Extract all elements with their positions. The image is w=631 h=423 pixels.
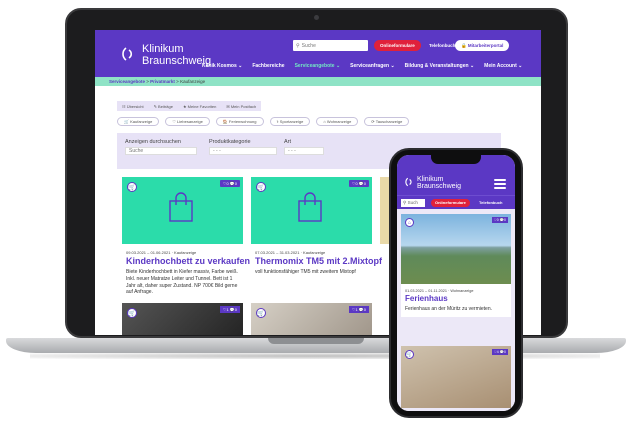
breadcrumb-privatmarkt[interactable]: Privatmarkt <box>150 79 175 84</box>
laptop-notch <box>268 338 364 344</box>
card-badge: ♡0 💬0 <box>348 180 369 187</box>
search-input[interactable]: ⚲ Suche <box>293 40 368 51</box>
onlineformulare-button[interactable]: Onlineformulare <box>374 40 421 51</box>
search-label: Anzeigen durchsuchen <box>125 139 181 145</box>
type-label: Art <box>284 139 292 145</box>
listing-card[interactable]: 🛒 ♡1 💬0 <box>251 303 372 335</box>
tab-uebersicht[interactable]: ☷ Übersicht <box>117 104 149 109</box>
card-meta: 09.03.2021 – 01.06.2021 · Kaufanzeige <box>126 250 197 255</box>
lock-icon: 🔒 <box>461 43 467 48</box>
logo-line2: Braunschweig <box>417 183 461 190</box>
card-title[interactable]: Kinderhochbett zu verkaufen <box>126 256 250 266</box>
search-placeholder: Suche <box>301 42 316 49</box>
telefonbuch-link[interactable]: Telefonbuch <box>429 40 455 51</box>
mockup-stage: Klinikum Braunschweig ⚲ Suche Onlineform… <box>0 0 631 423</box>
nav-item-bildung[interactable]: Bildung & Veranstaltungen ⌄ <box>405 63 474 69</box>
site-header: Klinikum Braunschweig ⚲ Suche Onlineform… <box>95 30 541 77</box>
mitarbeiter-label: Mitarbeiterportal <box>467 43 504 48</box>
card-title[interactable]: Thermomix TM5 mit 2.Mixtopf <box>255 256 382 266</box>
filter-search-input[interactable]: Suche <box>125 147 197 155</box>
listing-card[interactable]: 🛒 ♡1 💬0 <box>122 303 243 335</box>
card-image: 🛒 ♡0 💬0 <box>122 177 243 244</box>
card-badge: ♡0 💬0 <box>491 217 508 223</box>
mobile-logo[interactable]: Klinikum Braunschweig <box>417 176 461 190</box>
cart-icon: 🛒 <box>256 182 266 192</box>
logo-line1: Klinikum <box>142 43 184 55</box>
phone-notch <box>431 155 481 164</box>
listing-card[interactable]: 🛒 ♡0 💬0 09.03.2021 – 01.06.2021 · Kaufan… <box>122 177 250 299</box>
card-badge: ♡1 💬0 <box>219 306 240 313</box>
chip-kaufanzeige[interactable]: 🛒 Kaufanzeige <box>117 117 160 126</box>
chip-liebesanzeige[interactable]: ♡ Liebesanzeige <box>165 117 210 126</box>
cart-icon: 🛒 <box>256 308 266 318</box>
card-badge: ♡0 💬0 <box>219 180 240 187</box>
search-placeholder: Such <box>407 200 418 205</box>
mitarbeiter-button[interactable]: 🔒 Mitarbeiterportal <box>455 40 510 51</box>
hamburger-menu-icon[interactable] <box>494 179 506 189</box>
category-select[interactable]: - - - <box>209 147 277 155</box>
listing-card[interactable]: 🛒 ♡4 💬0 <box>401 346 511 408</box>
cart-icon: 🛒 <box>127 182 137 192</box>
logo-icon <box>122 47 133 61</box>
nav-item-fachbereiche[interactable]: Fachbereiche <box>252 63 284 69</box>
logo-icon <box>405 177 412 187</box>
chip-wohnanzeige[interactable]: ⌂ Wohnanzeige <box>316 117 359 126</box>
shopping-bag-icon <box>298 192 322 222</box>
breadcrumb-current: Kaufanzeige <box>180 79 206 84</box>
logo-line1: Klinikum <box>417 176 444 183</box>
chip-ferienwohnung[interactable]: 🏠 Ferienwohnung <box>215 117 264 126</box>
nav-item-serviceanfragen[interactable]: Serviceanfragen ⌄ <box>350 63 395 69</box>
card-image: 🛒 ♡0 💬0 <box>251 177 372 244</box>
mobile-page: Klinikum Braunschweig ⚲ Such Onlineformu… <box>397 155 515 411</box>
card-title[interactable]: Ferienhaus <box>405 294 507 303</box>
card-badge: ♡4 💬0 <box>491 349 508 355</box>
category-label: Produktkategorie <box>209 139 251 145</box>
mobile-search-input[interactable]: ⚲ Such <box>401 199 425 207</box>
logo-line2: Braunschweig <box>142 55 212 67</box>
laptop-camera <box>314 15 319 20</box>
card-description: Ferienhaus an der Müritz zu vermieten. <box>405 306 492 312</box>
mobile-content: ⌂ ♡0 💬0 01.03.2021 – 01.11.2021 · Wohnan… <box>397 209 515 411</box>
cart-icon: 🛒 <box>127 308 137 318</box>
nav-item-kosmos[interactable]: Klinik Kosmos ⌄ <box>202 63 242 69</box>
shopping-bag-icon <box>169 192 193 222</box>
search-icon: ⚲ <box>403 200 407 205</box>
card-meta: 01.03.2021 – 01.11.2021 · Wohnanzeige <box>405 289 474 293</box>
site-logo[interactable]: Klinikum Braunschweig <box>142 44 211 67</box>
search-icon: ⚲ <box>296 42 300 49</box>
listing-card[interactable]: ⌂ ♡0 💬0 01.03.2021 – 01.11.2021 · Wohnan… <box>401 214 511 317</box>
card-image: ⌂ ♡0 💬0 <box>401 214 511 284</box>
chip-tauschanzeige[interactable]: ⟳ Tauschanzeige <box>364 117 410 126</box>
type-select[interactable]: - - - <box>284 147 324 155</box>
cart-icon: 🛒 <box>405 350 414 359</box>
nav-item-account[interactable]: Mein Account ⌄ <box>484 63 522 69</box>
breadcrumb-serviceangebote[interactable]: Serviceangebote <box>109 79 145 84</box>
home-icon: ⌂ <box>405 218 414 227</box>
card-meta: 07.03.2021 – 31.03.2021 · Kaufanzeige <box>255 250 326 255</box>
mobile-toolbar: ⚲ Such Onlineformulare Telefonbuch <box>397 195 515 209</box>
tab-favoriten[interactable]: ★ Meine Favoriten <box>178 104 221 109</box>
listing-card[interactable]: 🛒 ♡0 💬0 07.03.2021 – 31.03.2021 · Kaufan… <box>251 177 382 279</box>
tab-postfach[interactable]: ✉ Mein Postfach <box>221 104 261 109</box>
main-nav: Klinik Kosmos ⌄ Fachbereiche Serviceange… <box>202 63 532 69</box>
chip-sportanzeige[interactable]: ⚕ Sportanzeige <box>269 117 311 126</box>
tab-beitraege[interactable]: ✎ Beiträge <box>149 104 178 109</box>
breadcrumb: Serviceangebote > Privatmarkt > Kaufanze… <box>95 77 541 86</box>
card-description: voll funktionsfähiger TM5 mit zweitem Mi… <box>255 269 356 275</box>
telefonbuch-link[interactable]: Telefonbuch <box>479 199 502 207</box>
card-badge: ♡1 💬0 <box>348 306 369 313</box>
nav-item-serviceangebote[interactable]: Serviceangebote ⌄ <box>295 63 341 69</box>
tab-bar: ☷ Übersicht ✎ Beiträge ★ Meine Favoriten… <box>117 101 262 111</box>
card-description: Biete Kinderhochbett in Kiefer massiv, F… <box>126 269 238 296</box>
onlineformulare-button[interactable]: Onlineformulare <box>431 199 470 207</box>
category-chips: 🛒 Kaufanzeige ♡ Liebesanzeige 🏠 Ferienwo… <box>117 117 410 126</box>
